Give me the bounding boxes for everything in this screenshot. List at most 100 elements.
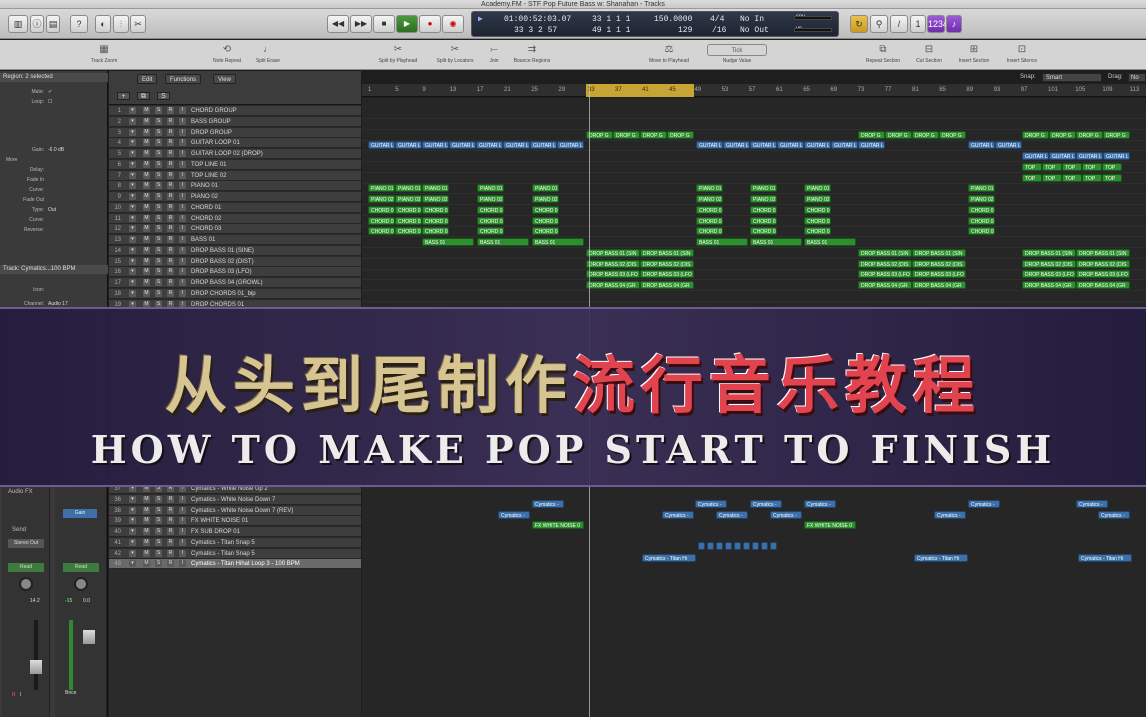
input-monitor-button[interactable]: I (179, 279, 186, 286)
region[interactable]: GUITAR L (750, 141, 777, 150)
mixer-icon[interactable]: ⫶ (113, 15, 129, 33)
region[interactable]: DROP G (858, 130, 885, 139)
track-zoom-button[interactable]: ▦ Track Zoom (86, 44, 122, 64)
record-enable-button[interactable]: R (167, 236, 174, 243)
volume-fader[interactable] (30, 660, 42, 674)
mute-button[interactable]: M (143, 279, 150, 286)
region[interactable]: CHORD 01 (422, 205, 449, 214)
region[interactable] (716, 541, 723, 550)
region[interactable]: DROP BASS 01 (SIN (640, 248, 694, 257)
input-monitor-button[interactable]: I (179, 236, 186, 243)
input-monitor-button[interactable]: I (179, 528, 186, 535)
mute-button[interactable]: M (143, 128, 150, 136)
region[interactable]: TOP (1082, 162, 1102, 171)
track-name[interactable]: CHORD 01 (191, 203, 351, 213)
record-enable-button[interactable]: R (167, 160, 174, 168)
region[interactable]: CHORD 02 (477, 216, 504, 225)
region[interactable]: CHORD 02 (696, 216, 723, 225)
track-name[interactable]: DROP BASS 04 (GROWL) (191, 278, 351, 288)
track-name[interactable]: Cymatics - Titan Snap 5 (191, 538, 351, 548)
output-button[interactable]: Stereo Out (8, 539, 44, 548)
region[interactable]: DROP G (1022, 130, 1049, 139)
solo-button[interactable]: S (155, 193, 162, 200)
region[interactable]: TOP (1062, 173, 1082, 182)
track-name[interactable]: BASS GROUP (191, 117, 351, 127)
track-row[interactable]: 5 ▾ M S R I GUITAR LOOP 02 (DROP) (109, 149, 361, 159)
track-name[interactable]: Cymatics - White Noise Down 7 (REV) (191, 506, 351, 516)
region[interactable]: CHORD 01 (532, 205, 559, 214)
solo-button[interactable]: S (155, 182, 162, 190)
region[interactable]: DROP BASS 04 (GR (858, 281, 912, 289)
insert-section-button[interactable]: ⊞ Insert Section (952, 44, 996, 64)
solo-button[interactable]: S (155, 549, 162, 557)
solo-button[interactable]: S (155, 517, 162, 525)
region[interactable]: PIANO 01 (804, 184, 831, 193)
input-monitor-button[interactable]: I (179, 549, 186, 557)
region[interactable]: GUITAR L (831, 141, 858, 150)
mute-button[interactable]: M (143, 203, 150, 211)
track-row[interactable]: 43 ▾ M S R I Cymatics - Titan Hihat Loop 3 - 1… (109, 559, 361, 570)
split-locators-button[interactable]: ✂ Split by Locators (430, 44, 480, 64)
track-row[interactable]: 3 ▾ M S R I DROP GROUP (109, 127, 361, 138)
region[interactable]: Cymatics - (968, 499, 1000, 508)
track-name[interactable]: DROP BASS 03 (LFO) (191, 267, 351, 277)
solo-button[interactable]: S (155, 236, 162, 243)
track-name[interactable]: FX WHITE NOISE 01 (191, 516, 351, 526)
region[interactable]: BASS 01 (804, 238, 856, 246)
solo-icon[interactable]: 1234 (927, 15, 948, 33)
record-enable-button[interactable]: R (167, 225, 174, 233)
region[interactable]: CHORD 03 (532, 227, 559, 236)
region[interactable]: FX WHITE NOISE 0 (532, 521, 584, 530)
region[interactable]: DROP BASS 02 (DIS (586, 259, 640, 268)
region[interactable]: BASS 01 (750, 238, 802, 246)
region[interactable]: PIANO 01 (395, 184, 422, 193)
track-name[interactable]: PIANO 01 (191, 181, 351, 191)
region[interactable]: TOP (1062, 162, 1082, 171)
forward-button[interactable]: ▶▶ (350, 15, 372, 33)
mute-button[interactable]: M (143, 506, 150, 514)
input-monitor-button[interactable]: I (179, 517, 186, 525)
solo-button[interactable]: S (155, 107, 162, 114)
track-row[interactable]: 40 ▾ M S R I FX SUB DROP 01 (109, 527, 361, 537)
track-row[interactable]: 15 ▾ M S R I DROP BASS 02 (DIST) (109, 256, 361, 267)
input-monitor-button[interactable]: I (179, 193, 186, 200)
solo-button[interactable]: S (155, 528, 162, 535)
region[interactable]: CHORD 02 (750, 216, 777, 225)
mute-button[interactable]: M (143, 549, 150, 557)
input-monitor-button[interactable]: I (179, 214, 186, 222)
nudge-value-control[interactable]: Tick Nudge Value (704, 44, 770, 64)
region[interactable]: CHORD 01 (750, 205, 777, 214)
mute-button[interactable]: M (143, 225, 150, 233)
track-name[interactable]: BASS 01 (191, 235, 351, 245)
region[interactable]: DROP G (1049, 130, 1076, 139)
solo-button[interactable]: S (155, 214, 162, 222)
region[interactable]: DROP BASS 01 (SIN (1022, 248, 1076, 257)
track-row[interactable]: 39 ▾ M S R I FX WHITE NOISE 01 (109, 516, 361, 527)
track-name[interactable]: DROP BASS 01 (SINE) (191, 246, 351, 256)
add-track-button[interactable]: + (117, 92, 130, 100)
region[interactable]: Cymatics - (716, 510, 748, 519)
region[interactable]: GUITAR L (530, 141, 557, 150)
region[interactable]: Cymatics - (934, 510, 966, 519)
region[interactable] (752, 541, 759, 550)
track-row[interactable]: 1 ▾ M S R I CHORD GROUP (109, 106, 361, 116)
input-monitor-button[interactable]: I (179, 117, 186, 125)
region[interactable]: CHORD 01 (968, 205, 995, 214)
track-row[interactable]: 42 ▾ M S R I Cymatics - Titan Snap 5 (109, 548, 361, 559)
region[interactable] (761, 541, 768, 550)
region[interactable]: PIANO 02 (368, 195, 395, 203)
region[interactable]: PIANO 01 (368, 184, 395, 193)
track-name[interactable]: FX SUB DROP 01 (191, 527, 351, 537)
track-name[interactable]: DROP CHORDS 01_bip (191, 289, 351, 299)
drag-select[interactable]: No (1128, 73, 1146, 82)
track-row[interactable]: 7 ▾ M S R I TOP LINE 02 (109, 170, 361, 181)
automation-read-button[interactable]: Read (8, 563, 44, 572)
region[interactable]: CHORD 02 (532, 216, 559, 225)
mute-button[interactable]: M (143, 257, 150, 265)
region[interactable]: Cymatics - (1098, 510, 1130, 519)
solo-button[interactable]: S (155, 495, 162, 503)
region[interactable]: TOP (1042, 162, 1062, 171)
smart-controls-icon[interactable]: ◐ (95, 15, 111, 33)
input-monitor-button[interactable]: I (179, 257, 186, 265)
region[interactable]: BASS 01 (696, 238, 748, 246)
